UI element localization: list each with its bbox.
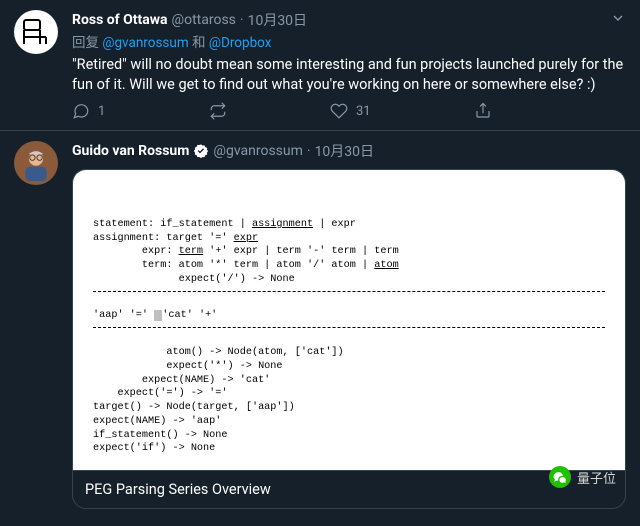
- mention-gvanrossum[interactable]: @gvanrossum: [102, 35, 188, 51]
- date[interactable]: 10月30日: [248, 10, 307, 30]
- code-line: expect('=') -> '=': [93, 388, 228, 399]
- divider: [93, 291, 605, 292]
- code-line: '+': [193, 310, 217, 321]
- tweet-ottaross: Ross of Ottawa @ottaross · 10月30日 回复 @gv…: [0, 0, 640, 131]
- like-count: 31: [356, 104, 371, 119]
- handle[interactable]: @ottaross: [172, 12, 236, 28]
- like-button[interactable]: 31: [330, 102, 371, 120]
- reply-line: 回复 @gvanrossum 和 @Dropbox: [72, 31, 626, 51]
- code-line: assignment: [252, 219, 313, 230]
- code-line: target() -> Node(target, ['aap']): [93, 402, 295, 413]
- code-line: 'cat': [162, 310, 193, 321]
- divider: [93, 327, 605, 328]
- reply-count: 1: [98, 104, 105, 119]
- reply-icon: [72, 102, 90, 120]
- code-line: expr: [234, 233, 258, 244]
- code-line: expect(NAME) -> 'cat': [93, 375, 270, 386]
- code-line: expr:: [93, 246, 179, 257]
- card-code-image: statement: if_statement | assignment | e…: [73, 170, 625, 470]
- separator: ·: [240, 12, 244, 28]
- display-name[interactable]: Ross of Ottawa: [72, 12, 168, 28]
- display-name[interactable]: Guido van Rossum: [72, 143, 189, 159]
- heart-icon: [330, 102, 348, 120]
- card-title: PEG Parsing Series Overview: [73, 470, 625, 508]
- code-line: statement: if_statement |: [93, 219, 252, 230]
- code-line: expect('if') -> None: [93, 443, 215, 454]
- link-card[interactable]: statement: if_statement | assignment | e…: [72, 169, 626, 509]
- tweet-body: Ross of Ottawa @ottaross · 10月30日 回复 @gv…: [72, 10, 626, 126]
- code-line: expect(NAME) -> 'aap': [93, 416, 221, 427]
- share-button[interactable]: [474, 102, 492, 120]
- code-line: atom() -> Node(atom, ['cat']): [93, 347, 344, 358]
- reply-prefix: 回复: [72, 35, 102, 51]
- tweet-caret-button[interactable]: [610, 10, 626, 30]
- tweet-text: "Retired" will no doubt mean some intere…: [72, 55, 626, 94]
- avatar[interactable]: [14, 10, 58, 54]
- code-line: 'aap' '=': [93, 310, 154, 321]
- code-line: atom: [374, 260, 398, 271]
- watermark: 量子位: [549, 466, 616, 488]
- avatar-column: [14, 10, 62, 126]
- reply-mid: 和: [189, 35, 209, 51]
- code-line: expect('/') -> None: [93, 274, 295, 285]
- tweet-header: Guido van Rossum @gvanrossum · 10月30日: [72, 141, 626, 161]
- reply-button[interactable]: 1: [72, 102, 105, 120]
- verified-badge-icon: [193, 143, 209, 159]
- retweet-button[interactable]: [209, 102, 227, 120]
- share-icon: [474, 102, 492, 120]
- code-line: '+' expr | term '-' term | term: [203, 246, 399, 257]
- code-line: expect('*') -> None: [93, 361, 283, 372]
- tweet-gvanrossum: Guido van Rossum @gvanrossum · 10月30日 st…: [0, 131, 640, 513]
- tweet-body: Guido van Rossum @gvanrossum · 10月30日 st…: [72, 141, 626, 509]
- mention-dropbox[interactable]: @Dropbox: [209, 35, 272, 51]
- handle[interactable]: @gvanrossum: [213, 143, 303, 159]
- separator: ·: [307, 143, 311, 159]
- tweet-actions: 1 31: [72, 102, 492, 120]
- avatar[interactable]: [14, 141, 58, 185]
- retweet-icon: [209, 102, 227, 120]
- code-line: | expr: [313, 219, 356, 230]
- watermark-text: 量子位: [577, 468, 616, 487]
- chevron-down-icon: [610, 10, 626, 26]
- wechat-icon: [549, 466, 571, 488]
- chair-icon: [18, 14, 54, 50]
- tweet-header: Ross of Ottawa @ottaross · 10月30日: [72, 10, 626, 30]
- code-line: if_statement() -> None: [93, 430, 228, 441]
- person-icon: [18, 145, 54, 181]
- avatar-column: [14, 141, 62, 509]
- code-line: term: atom '*' term | atom '/' atom |: [93, 260, 374, 271]
- date[interactable]: 10月30日: [315, 141, 374, 161]
- code-line: term: [179, 246, 203, 257]
- code-line: assignment: target '=': [93, 233, 234, 244]
